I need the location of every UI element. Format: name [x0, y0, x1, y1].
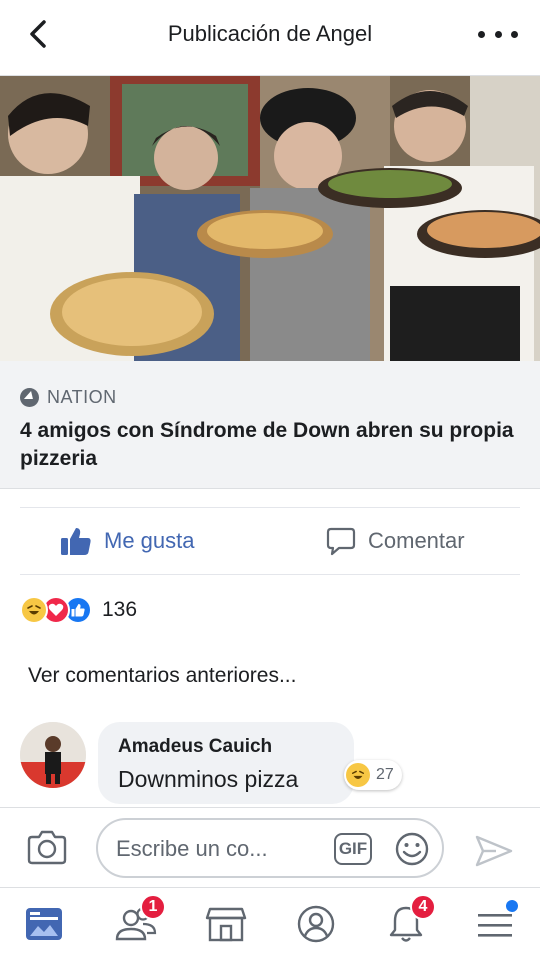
- avatar-image: [20, 722, 86, 788]
- comment-composer: Escribe un co... GIF: [0, 807, 540, 887]
- more-options-button[interactable]: [478, 22, 518, 46]
- comment-author[interactable]: Amadeus Cauich: [118, 736, 272, 758]
- more-horizontal-icon: [478, 30, 485, 38]
- haha-reaction-icon: [346, 763, 370, 787]
- link-preview-card[interactable]: NATION 4 amigos con Síndrome de Down abr…: [0, 361, 540, 489]
- send-icon: [475, 835, 513, 867]
- nav-marketplace[interactable]: [198, 900, 254, 948]
- comment-input-placeholder: Escribe un co...: [116, 836, 268, 861]
- comment-label: Comentar: [368, 528, 465, 553]
- haha-face: [351, 770, 365, 779]
- notifications-badge: 4: [410, 894, 436, 920]
- post-actions: Me gusta Comentar: [20, 507, 520, 575]
- send-button[interactable]: [474, 834, 514, 873]
- comment-bubble[interactable]: Amadeus Cauich Downminos pizza: [98, 722, 354, 804]
- comment-text: Downminos pizza: [118, 766, 299, 792]
- profile-icon: [297, 905, 335, 943]
- bottom-navigation: 1 4: [0, 887, 540, 960]
- thumbs-up-icon: [61, 528, 91, 555]
- comment-reactions[interactable]: 27: [344, 760, 402, 790]
- camera-icon: [27, 830, 67, 865]
- gif-button[interactable]: GIF: [334, 833, 372, 865]
- haha-reaction-icon: [20, 596, 48, 624]
- page-title: Publicación de Angel: [167, 21, 373, 46]
- more-dot: [494, 30, 502, 38]
- nav-notifications[interactable]: 4: [378, 894, 436, 948]
- news-feed-icon: [26, 908, 62, 940]
- post-photo[interactable]: [0, 76, 540, 361]
- reaction-count: 136: [102, 598, 138, 621]
- top-bar: Publicación de Angel: [0, 0, 540, 76]
- nav-friends[interactable]: 1: [108, 894, 166, 948]
- thumb-shape: [71, 604, 85, 617]
- haha-face: [27, 605, 41, 615]
- reactions-summary[interactable]: 136: [20, 595, 137, 625]
- emoji-button[interactable]: [394, 831, 430, 872]
- post-image: [0, 76, 540, 361]
- comment-reaction-count: 27: [376, 766, 394, 783]
- nav-profile[interactable]: [288, 900, 344, 948]
- nav-menu[interactable]: [468, 900, 524, 948]
- link-source: NATION: [20, 387, 117, 408]
- camera-button[interactable]: [26, 828, 68, 871]
- more-dot: [511, 30, 518, 38]
- link-source-label: NATION: [47, 387, 117, 407]
- link-headline: 4 amigos con Síndrome de Down abren su p…: [20, 419, 514, 470]
- flash-icon: [20, 388, 39, 407]
- heart-shape: [48, 603, 64, 616]
- marketplace-icon: [205, 907, 247, 942]
- like-button[interactable]: Me gusta: [60, 526, 195, 556]
- view-previous-comments-link[interactable]: Ver comentarios anteriores...: [28, 664, 296, 688]
- comment-icon: [326, 527, 356, 556]
- like-label: Me gusta: [104, 528, 195, 553]
- comment-button[interactable]: Comentar: [326, 526, 465, 556]
- smiley-icon: [395, 832, 429, 866]
- comment-input[interactable]: Escribe un co... GIF: [96, 818, 444, 878]
- commenter-avatar[interactable]: [20, 722, 86, 788]
- menu-indicator-dot: [506, 900, 518, 912]
- friends-badge: 1: [140, 894, 166, 920]
- nav-news-feed[interactable]: [16, 900, 72, 948]
